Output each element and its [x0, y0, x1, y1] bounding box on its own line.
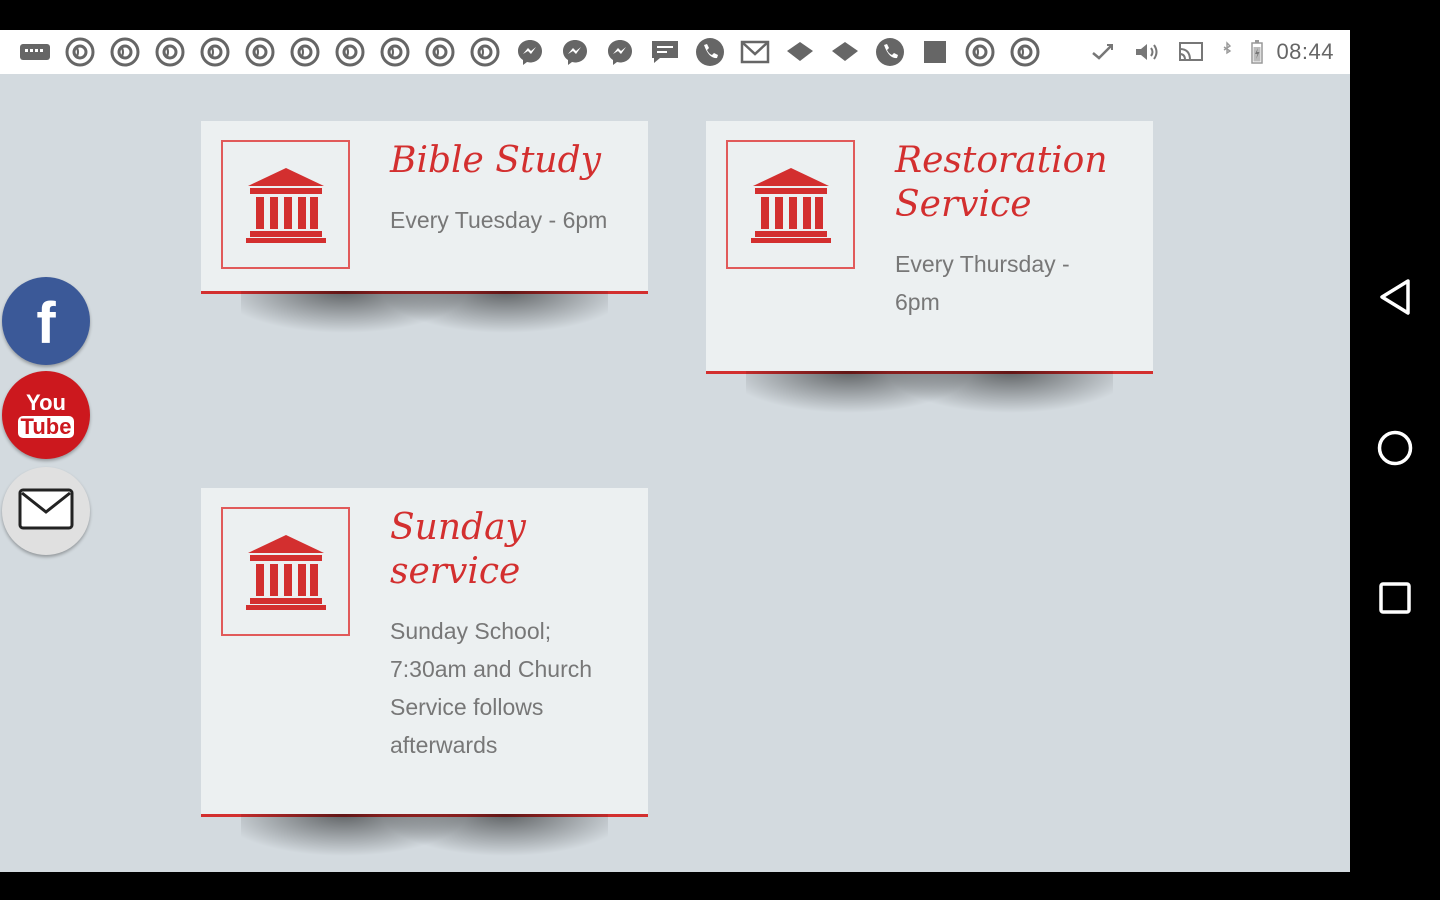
- app-icon: [288, 37, 322, 67]
- chat-bubble-icon: [828, 37, 862, 67]
- recents-icon: [1377, 580, 1413, 621]
- event-icon-frame: [221, 140, 350, 269]
- home-icon: [1375, 428, 1415, 473]
- back-icon: [1377, 277, 1413, 322]
- app-icon: [63, 37, 97, 67]
- app-icon: [108, 37, 142, 67]
- cast-icon: [1176, 39, 1206, 65]
- chat-bubble-icon: [783, 37, 817, 67]
- messenger-icon: [513, 37, 547, 67]
- youtube-icon: You Tube: [17, 390, 75, 438]
- gmail-icon: [738, 37, 772, 67]
- event-card[interactable]: Sunday service Sunday School; 7:30am and…: [201, 488, 648, 872]
- event-description: Sunday School; 7:30am and Church Service…: [390, 618, 593, 758]
- facebook-icon: f: [36, 291, 56, 356]
- institution-icon: [244, 533, 328, 611]
- stop-square-icon: [918, 37, 952, 67]
- youtube-text-tube: Tube: [17, 416, 75, 438]
- bluetooth-icon: [1220, 39, 1234, 65]
- signal-icon: [1088, 39, 1118, 65]
- notification-icons: [0, 30, 1053, 74]
- youtube-button[interactable]: You Tube: [2, 371, 90, 459]
- event-icon-frame: [726, 140, 855, 269]
- back-button[interactable]: [1373, 277, 1417, 321]
- youtube-text-you: You: [26, 390, 66, 415]
- system-icons: 08:44: [1074, 30, 1334, 74]
- app-icon: [468, 37, 502, 67]
- event-card[interactable]: Bible Study Every Tuesday - 6pm: [201, 121, 648, 351]
- email-button[interactable]: [2, 467, 90, 555]
- battery-icon: [1248, 39, 1266, 65]
- volume-icon: [1132, 39, 1162, 65]
- navigation-bar: [1350, 0, 1440, 900]
- messenger-icon: [558, 37, 592, 67]
- app-icon: [333, 37, 367, 67]
- event-title: Sunday service: [390, 507, 526, 592]
- event-title: Bible Study: [390, 140, 601, 181]
- app-icon: [1008, 37, 1042, 67]
- app-icon: [243, 37, 277, 67]
- status-bar: 08:44: [0, 30, 1350, 74]
- keyboard-icon: [18, 37, 52, 67]
- recents-button[interactable]: [1373, 578, 1417, 622]
- mail-icon: [18, 488, 74, 535]
- app-icon: [153, 37, 187, 67]
- app-icon: [198, 37, 232, 67]
- institution-icon: [749, 166, 833, 244]
- messenger-icon: [603, 37, 637, 67]
- event-title: Restoration Service: [895, 140, 1108, 225]
- card-shadow: [241, 814, 608, 872]
- facebook-button[interactable]: f: [2, 277, 90, 365]
- app-screen: 08:44 Bible Study Every Tuesday - 6pm Re…: [0, 30, 1350, 872]
- event-description: Every Tuesday - 6pm: [390, 207, 608, 233]
- phone-icon: [873, 37, 907, 67]
- phone-icon: [693, 37, 727, 67]
- clock: 08:44: [1276, 39, 1334, 64]
- event-card[interactable]: Restoration Service Every Thursday - 6pm: [706, 121, 1153, 431]
- home-button[interactable]: [1373, 428, 1417, 472]
- event-icon-frame: [221, 507, 350, 636]
- card-shadow: [241, 291, 608, 351]
- institution-icon: [244, 166, 328, 244]
- sms-icon: [648, 37, 682, 67]
- app-icon: [423, 37, 457, 67]
- app-icon: [963, 37, 997, 67]
- event-description: Every Thursday - 6pm: [895, 251, 1070, 315]
- app-icon: [378, 37, 412, 67]
- card-shadow: [746, 371, 1113, 431]
